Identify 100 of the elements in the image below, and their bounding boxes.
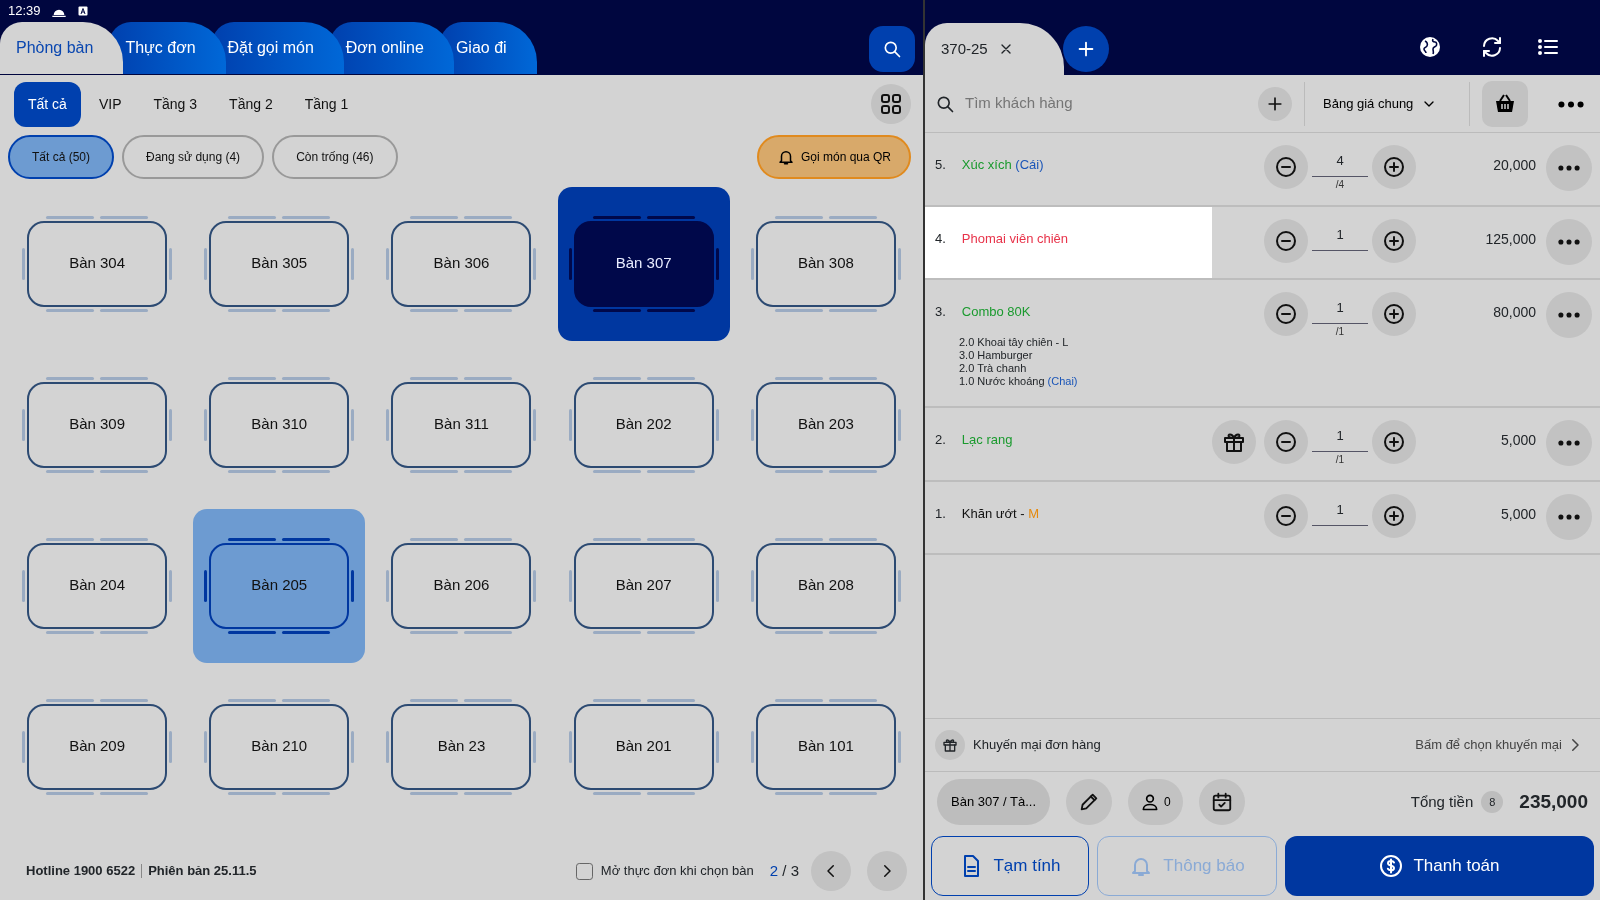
table-button[interactable]: Bàn 310 (193, 347, 366, 502)
globe-icon[interactable] (1418, 35, 1442, 59)
increase-button[interactable] (1372, 420, 1416, 465)
item-index: 5. (935, 156, 946, 174)
menu-checkbox[interactable] (575, 862, 593, 880)
table-button[interactable]: Bàn 305 (193, 186, 366, 341)
gift-icon (935, 730, 965, 760)
decrease-button[interactable] (1264, 493, 1308, 538)
minus-icon (1274, 228, 1298, 253)
floor-tab[interactable]: Tầng 1 (290, 81, 363, 127)
next-page-button[interactable] (867, 851, 907, 891)
minus-icon (1274, 503, 1298, 528)
floor-tab[interactable]: Tầng 2 (215, 81, 287, 127)
total-label: Tổng tiền (1410, 791, 1474, 812)
clock-time: 12:39 (8, 2, 41, 21)
floor-tab[interactable]: Tầng 3 (139, 81, 212, 127)
decrease-button[interactable] (1264, 145, 1308, 189)
increase-button[interactable] (1372, 292, 1416, 336)
plus-icon (1382, 503, 1406, 528)
quantity-field[interactable]: 1 (1312, 218, 1368, 251)
order-item[interactable]: 1. Khăn ướt - M (925, 481, 1212, 554)
order-item[interactable]: 3. Combo 80K 2.0 Khoai tây chiên - L 3.0 Hamburger 2.0 Trà chanh 1.0 Nước khoáng (Chai) (925, 280, 1212, 407)
table-button[interactable]: Bàn 23 (375, 669, 548, 824)
refresh-icon[interactable] (1480, 35, 1504, 59)
table-button[interactable]: Bàn 207 (557, 508, 730, 663)
quantity-field[interactable]: 1 (1312, 493, 1368, 526)
item-name: Combo 80K (961, 303, 1031, 321)
table-button[interactable]: Bàn 101 (739, 669, 912, 824)
table-button[interactable]: Bàn 308 (739, 186, 912, 341)
decrease-button[interactable] (1264, 420, 1308, 465)
table-button[interactable]: Bàn 209 (11, 669, 184, 824)
order-item[interactable]: 4. Phomai viên chiên (925, 206, 1212, 278)
search-icon (882, 39, 902, 59)
table-button[interactable]: Bàn 208 (739, 508, 912, 663)
table-button[interactable]: Bàn 210 (193, 669, 366, 824)
choose-promo-link[interactable]: Bấm để chọn khuyến mại (1409, 734, 1590, 756)
more-icon (1558, 100, 1584, 108)
table-button[interactable]: Bàn 204 (11, 508, 184, 663)
table-chip[interactable]: Bàn 307 / Tà... (937, 779, 1051, 825)
filter-chip[interactable]: Đang sử dụng (4) (122, 135, 265, 179)
qr-order-button[interactable]: Gọi món qua QR (756, 135, 911, 179)
table-button[interactable]: Bàn 309 (11, 347, 184, 502)
table-button[interactable]: Bàn 203 (739, 347, 912, 502)
order-tab[interactable]: 370-25 (925, 23, 1064, 75)
filter-chip[interactable]: Còn trống (46) (272, 135, 398, 179)
draft-button[interactable]: Tạm tính (931, 836, 1089, 896)
price-list-dropdown[interactable]: Bảng giá chung (1317, 92, 1457, 115)
more-icon (1558, 238, 1580, 245)
quantity-field[interactable]: 4 (1312, 145, 1368, 177)
decrease-button[interactable] (1264, 292, 1308, 336)
combo-component: 2.0 Khoai tây chiên - L (959, 335, 1070, 349)
previous-page-button[interactable] (811, 851, 851, 891)
floor-tab[interactable]: Tất cả (14, 81, 81, 127)
item-name: Xúc xích (Cái) (961, 156, 1044, 174)
table-button[interactable]: Bàn 202 (557, 347, 730, 502)
item-more-button[interactable] (1546, 292, 1592, 338)
add-customer-button[interactable] (1258, 86, 1292, 121)
item-name: Khăn ướt - M (961, 504, 1040, 523)
calendar-button[interactable] (1198, 779, 1245, 825)
increase-button[interactable] (1372, 493, 1416, 538)
decrease-button[interactable] (1264, 218, 1308, 263)
table-button[interactable]: Bàn 304 (11, 186, 184, 341)
table-button[interactable]: Bàn 206 (375, 508, 548, 663)
basket-button[interactable] (1482, 80, 1528, 127)
item-more-button[interactable] (1546, 218, 1592, 265)
bell-icon (776, 148, 795, 166)
item-price: 5,000 (1500, 505, 1536, 522)
order-item[interactable]: 2. Lạc rang (925, 408, 1212, 480)
table-button[interactable]: Bàn 306 (375, 186, 548, 341)
grid-icon (879, 92, 903, 116)
guests-button[interactable]: 0 (1128, 779, 1183, 825)
increase-button[interactable] (1372, 145, 1416, 189)
filter-chip[interactable]: Tất cả (50) (8, 135, 115, 179)
table-button[interactable]: Bàn 201 (557, 669, 730, 824)
order-item[interactable]: 5. Xúc xích (Cái) (925, 133, 1212, 205)
table-button[interactable]: Bàn 205 (193, 508, 366, 663)
grid-view-button[interactable] (871, 84, 911, 124)
customer-search-field[interactable]: Tìm khách hàng (963, 91, 1258, 116)
table-button[interactable]: Bàn 307 (557, 186, 730, 341)
item-name: Phomai viên chiên (961, 229, 1069, 248)
item-more-button[interactable] (1546, 493, 1592, 540)
table-button[interactable]: Bàn 311 (375, 347, 548, 502)
gift-button[interactable] (1212, 420, 1256, 465)
nav-tab[interactable]: Thực đơn (109, 22, 226, 74)
search-button[interactable] (869, 26, 915, 72)
pay-button[interactable]: Thanh toán (1285, 836, 1594, 896)
increase-button[interactable] (1372, 218, 1416, 263)
quantity-field[interactable]: 1 (1312, 292, 1368, 324)
item-more-button[interactable] (1546, 145, 1592, 191)
item-name: Lạc rang (961, 431, 1013, 450)
quantity-field[interactable]: 1 (1312, 420, 1368, 453)
item-price: 125,000 (1485, 230, 1536, 247)
checkbox-label: Mở thực đơn khi chọn bàn (600, 862, 754, 881)
item-price: 20,000 (1493, 157, 1536, 173)
add-order-button[interactable] (1063, 26, 1109, 72)
floor-tab[interactable]: VIP (84, 81, 136, 127)
edit-button[interactable] (1066, 779, 1113, 825)
item-more-button[interactable] (1546, 420, 1592, 467)
plus-icon (1382, 155, 1406, 179)
nav-tab[interactable]: Phòng bàn (0, 22, 124, 74)
